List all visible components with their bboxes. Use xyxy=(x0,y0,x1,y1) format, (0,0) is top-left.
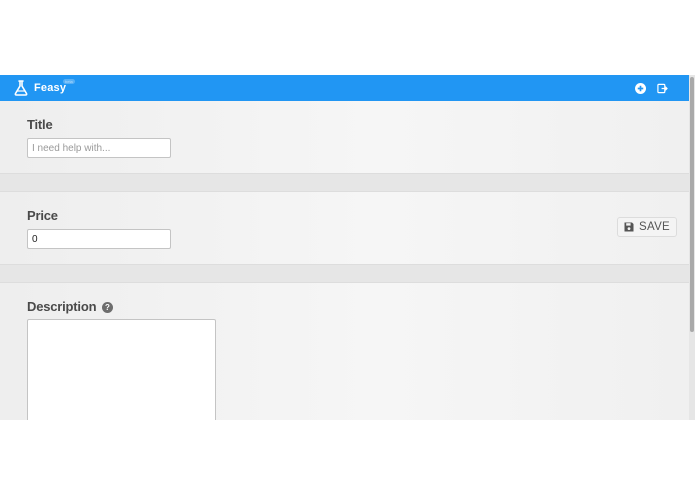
add-circle-icon xyxy=(634,82,646,94)
beta-badge: beta xyxy=(63,79,75,84)
scrollbar-thumb[interactable] xyxy=(690,77,694,332)
sign-out-button[interactable] xyxy=(655,81,669,95)
flask-icon xyxy=(14,80,28,96)
sign-out-icon xyxy=(656,83,668,93)
brand[interactable]: Feasy beta xyxy=(14,79,75,97)
section-divider xyxy=(0,173,689,192)
app-frame: Feasy beta Title Price xyxy=(0,75,695,420)
save-label: SAVE xyxy=(639,221,671,233)
title-input[interactable] xyxy=(27,138,171,158)
floppy-disk-icon xyxy=(624,222,634,232)
brand-name: Feasy xyxy=(34,82,67,94)
nav-actions xyxy=(625,81,669,95)
vertical-scrollbar[interactable] xyxy=(689,75,695,420)
help-icon[interactable]: ? xyxy=(102,302,113,313)
price-section xyxy=(0,192,689,264)
add-button[interactable] xyxy=(633,81,647,95)
section-divider xyxy=(0,264,689,283)
title-label: Title xyxy=(27,117,53,132)
top-navbar: Feasy beta xyxy=(0,75,695,101)
description-textarea[interactable] xyxy=(27,319,216,420)
title-section xyxy=(0,101,689,173)
price-input[interactable] xyxy=(27,229,171,249)
price-label: Price xyxy=(27,208,58,223)
save-button[interactable]: SAVE xyxy=(617,217,678,237)
description-label: Description xyxy=(27,299,97,314)
